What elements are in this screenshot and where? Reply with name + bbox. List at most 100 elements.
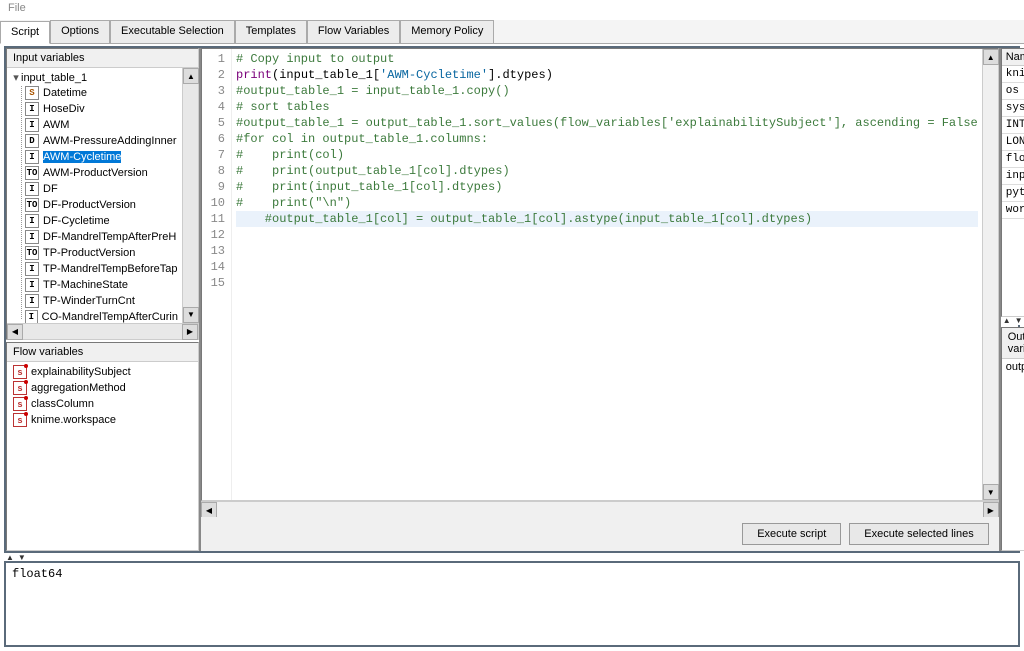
- vscrollbar[interactable]: ▲ ▼: [182, 68, 198, 323]
- tree-item[interactable]: ITP-MachineState: [9, 277, 180, 293]
- editor-vscrollbar[interactable]: ▲ ▼: [982, 49, 998, 500]
- tree-item-label: AWM: [43, 119, 69, 131]
- input-variables-tree[interactable]: ▾input_table_1SDatetimeIHoseDivIAWMDAWM-…: [7, 68, 182, 323]
- tree-item[interactable]: ITP-MandrelTempBeforeTap: [9, 261, 180, 277]
- scroll-right-icon[interactable]: ▶: [983, 502, 999, 518]
- flow-badge-icon: s: [13, 381, 27, 395]
- code-editor[interactable]: 123456789101112131415 # Copy input to ou…: [201, 48, 999, 501]
- type-badge: I: [25, 182, 39, 196]
- type-badge: I: [25, 278, 39, 292]
- type-badge: I: [25, 310, 38, 323]
- tree-item[interactable]: TO AWM-ProductVersion: [9, 165, 180, 181]
- input-variables-header: Input variables: [7, 49, 198, 68]
- tree-item[interactable]: S Datetime: [9, 85, 180, 101]
- scroll-up-icon[interactable]: ▲: [183, 68, 199, 84]
- tree-item-label: DF: [43, 183, 58, 195]
- type-badge: I: [25, 294, 39, 308]
- output-variables-header: Output variables: [1002, 328, 1024, 359]
- table-row[interactable]: flow_va...Or: [1002, 151, 1024, 168]
- table-row[interactable]: python_...st: [1002, 185, 1024, 202]
- tree-item[interactable]: IDF-MandrelTempAfterPreH: [9, 229, 180, 245]
- tree-item-label: AWM-ProductVersion: [43, 167, 148, 179]
- flow-item[interactable]: sclassColumn: [9, 396, 196, 412]
- cell-name: os: [1002, 83, 1024, 99]
- table-row[interactable]: knime_j...mo: [1002, 66, 1024, 83]
- tree-item-label: AWM-PressureAddingInner: [43, 135, 176, 147]
- tree-item[interactable]: DAWM-PressureAddingInner: [9, 133, 180, 149]
- console-output[interactable]: float64: [4, 561, 1020, 647]
- tree-item-label: Datetime: [43, 87, 87, 99]
- scroll-down-icon[interactable]: ▼: [183, 307, 199, 323]
- type-badge: I: [25, 214, 39, 228]
- tree-item[interactable]: I DF: [9, 181, 180, 197]
- console-split-handle[interactable]: ▲▼: [4, 553, 1020, 561]
- split-handle[interactable]: ▲▼: [1001, 317, 1024, 325]
- tab-templates[interactable]: Templates: [235, 20, 307, 43]
- flow-badge-icon: s: [13, 365, 27, 379]
- tree-item-label: HoseDiv: [43, 103, 85, 115]
- col-name-header[interactable]: Name: [1002, 49, 1024, 65]
- tree-item[interactable]: I AWM-Cycletime: [9, 149, 180, 165]
- tree-item-label: AWM-Cycletime: [43, 151, 121, 163]
- tab-strip: Script Options Executable Selection Temp…: [0, 20, 1024, 44]
- variables-table[interactable]: Name T knime_j...moosmosysmoINT_SEN...in…: [1001, 48, 1024, 317]
- flow-item-label: aggregationMethod: [31, 382, 126, 394]
- execute-script-button[interactable]: Execute script: [742, 523, 841, 545]
- flow-item-label: explainabilitySubject: [31, 366, 131, 378]
- tree-item[interactable]: ICO-MandrelTempAfterCurin: [9, 309, 180, 323]
- tree-item-label: TP-WinderTurnCnt: [43, 295, 135, 307]
- cell-name: knime_j...: [1002, 66, 1024, 82]
- code-area[interactable]: # Copy input to outputprint(input_table_…: [232, 49, 982, 500]
- tab-executable[interactable]: Executable Selection: [110, 20, 235, 43]
- tab-options[interactable]: Options: [50, 20, 110, 43]
- tree-item[interactable]: TO TP-ProductVersion: [9, 245, 180, 261]
- flow-badge-icon: s: [13, 413, 27, 427]
- scroll-left-icon[interactable]: ◀: [201, 502, 217, 518]
- type-badge: TO: [25, 246, 39, 260]
- tree-item[interactable]: I TP-WinderTurnCnt: [9, 293, 180, 309]
- type-badge: TO: [25, 198, 39, 212]
- scroll-up-icon[interactable]: ▲: [983, 49, 999, 65]
- editor-hscrollbar[interactable]: ◀ ▶: [201, 501, 999, 517]
- flow-variables-list[interactable]: s explainabilitySubject s aggregationMethod…: [7, 362, 198, 550]
- flow-item[interactable]: s aggregationMethod: [9, 380, 196, 396]
- line-gutter: 123456789101112131415: [202, 49, 232, 500]
- tree-item[interactable]: IDF-Cycletime: [9, 213, 180, 229]
- tree-root[interactable]: ▾input_table_1: [9, 70, 180, 85]
- tab-script[interactable]: Script: [0, 21, 50, 44]
- flow-item-label: knime.workspace: [31, 414, 116, 426]
- scroll-down-icon[interactable]: ▼: [983, 484, 999, 500]
- flow-variables-header: Flow variables: [7, 343, 198, 362]
- tree-item[interactable]: IAWM: [9, 117, 180, 133]
- flow-item[interactable]: s knime.workspace: [9, 412, 196, 428]
- table-row[interactable]: workspacePy: [1002, 202, 1024, 219]
- cell-name: python_...: [1002, 185, 1024, 201]
- tree-item-label: DF-ProductVersion: [43, 199, 136, 211]
- table-row[interactable]: input_t...Da: [1002, 168, 1024, 185]
- execute-selected-button[interactable]: Execute selected lines: [849, 523, 988, 545]
- type-badge: I: [25, 150, 39, 164]
- table-row[interactable]: INT_SEN...in: [1002, 117, 1024, 134]
- type-badge: TO: [25, 166, 39, 180]
- tree-item-label: TP-ProductVersion: [43, 247, 135, 259]
- scroll-right-icon[interactable]: ▶: [182, 324, 198, 340]
- tab-flowvars[interactable]: Flow Variables: [307, 20, 400, 43]
- cell-name: input_t...: [1002, 168, 1024, 184]
- table-row[interactable]: osmo: [1002, 83, 1024, 100]
- type-badge: S: [25, 86, 39, 100]
- cell-name: INT_SEN...: [1002, 117, 1024, 133]
- table-row[interactable]: LONG_SE...in: [1002, 134, 1024, 151]
- menubar: File: [0, 0, 1024, 20]
- tab-memory[interactable]: Memory Policy: [400, 20, 494, 43]
- flow-item[interactable]: s explainabilitySubject: [9, 364, 196, 380]
- menu-file[interactable]: File: [8, 2, 26, 14]
- scroll-left-icon[interactable]: ◀: [7, 324, 23, 340]
- cell-name: LONG_SE...: [1002, 134, 1024, 150]
- tree-item-label: TP-MandrelTempBeforeTap: [43, 263, 178, 275]
- output-var-item[interactable]: output_table_1: [1006, 361, 1024, 373]
- output-variables-panel: Output variables output_table_1: [1001, 327, 1024, 551]
- tree-item[interactable]: IHoseDiv: [9, 101, 180, 117]
- tree-item[interactable]: TO DF-ProductVersion: [9, 197, 180, 213]
- table-row[interactable]: sysmo: [1002, 100, 1024, 117]
- hscrollbar[interactable]: ◀ ▶: [7, 323, 198, 339]
